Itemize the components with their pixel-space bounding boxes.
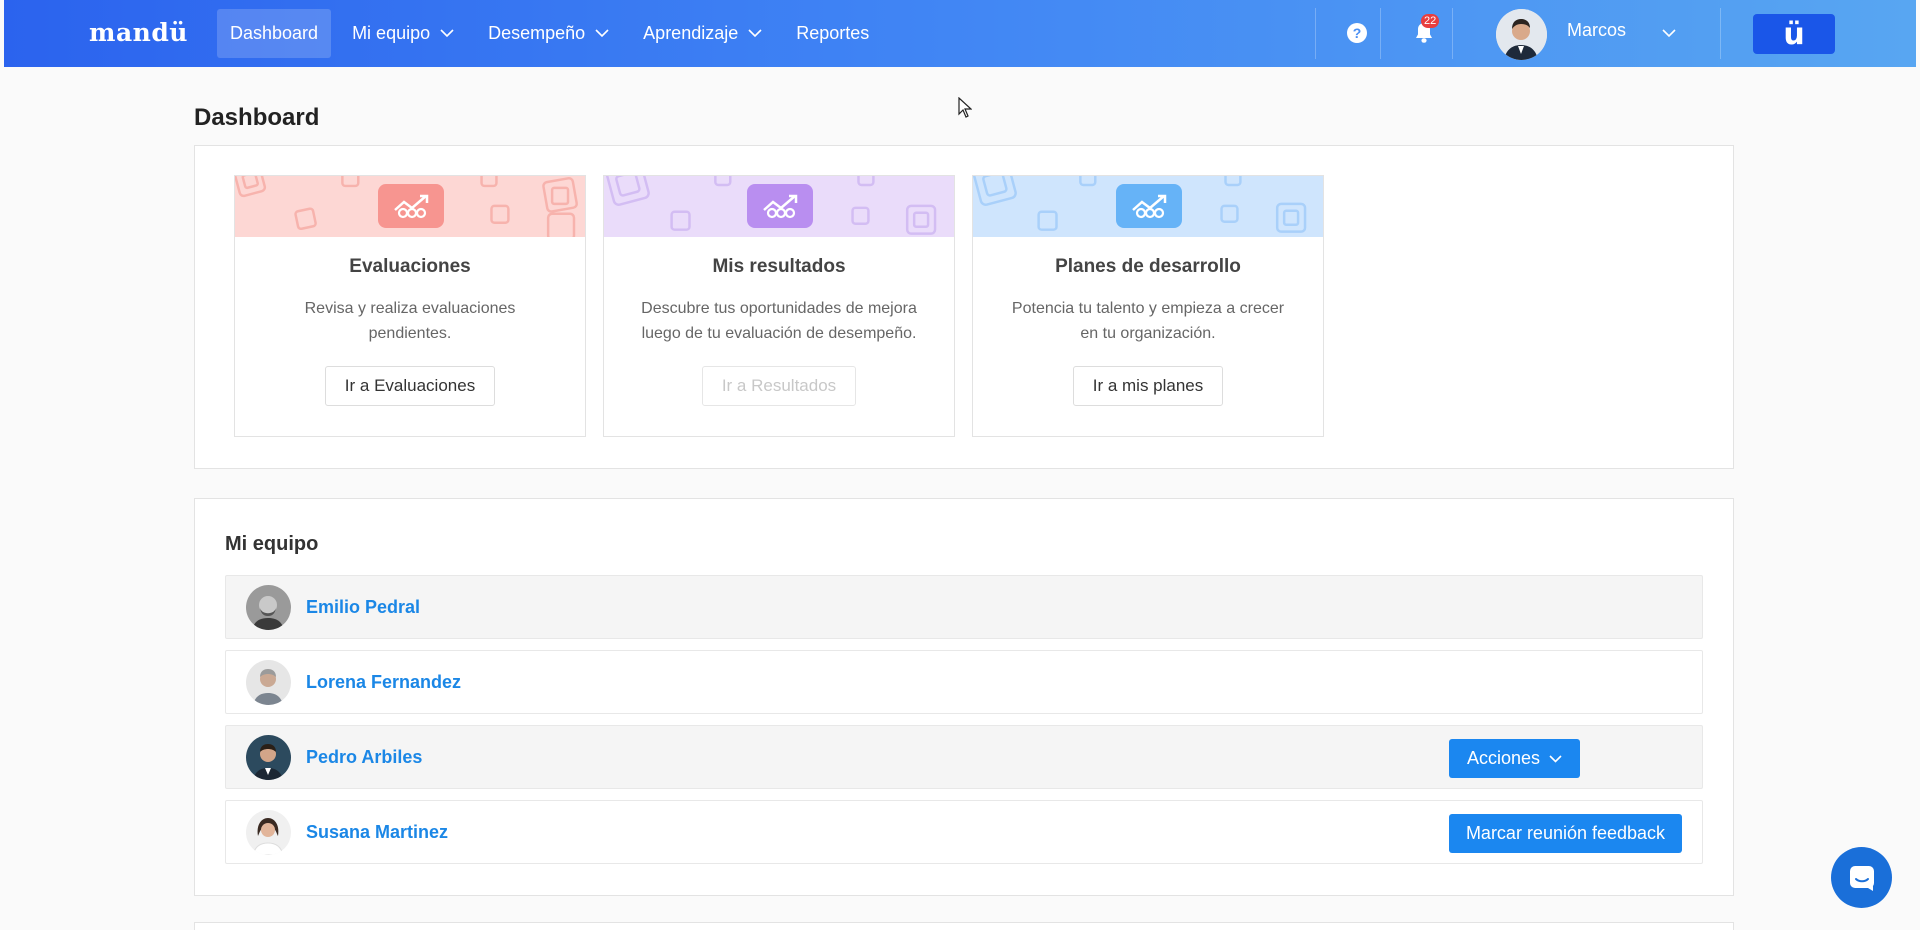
user-name: Marcos xyxy=(1567,19,1627,40)
page-title: Dashboard xyxy=(194,104,320,131)
logo[interactable]: mandü xyxy=(89,18,188,47)
avatar xyxy=(1496,8,1547,60)
nav-mi-equipo-label: Mi equipo xyxy=(352,23,431,43)
divider xyxy=(1315,8,1316,59)
top-navbar: mandü Dashboard Mi equipo Desempeño Apre… xyxy=(4,0,1916,67)
card-banner xyxy=(973,176,1323,237)
card-description: Potencia tu talento y empieza a crecer e… xyxy=(1011,300,1285,342)
avatar xyxy=(246,734,291,780)
next-panel xyxy=(194,922,1734,930)
team-row: Pedro Arbiles Acciones xyxy=(225,725,1703,789)
trend-icon xyxy=(1116,184,1182,228)
nav-desempeno[interactable]: Desempeño xyxy=(475,9,622,58)
divider xyxy=(1720,8,1721,59)
nav-aprendizaje[interactable]: Aprendizaje xyxy=(630,9,775,58)
trend-icon xyxy=(747,184,813,228)
ir-a-mis-planes-button[interactable]: Ir a mis planes xyxy=(1072,366,1224,406)
main-nav: Dashboard Mi equipo Desempeño Aprendizaj… xyxy=(217,9,890,58)
nav-dashboard[interactable]: Dashboard xyxy=(217,9,332,58)
team-row: Emilio Pedral xyxy=(225,575,1703,639)
card-banner xyxy=(235,176,585,237)
chat-icon[interactable] xyxy=(1831,847,1892,908)
acciones-dropdown-button[interactable]: Acciones xyxy=(1449,739,1580,778)
mouse-cursor-icon xyxy=(958,96,973,123)
card-title: Mis resultados xyxy=(712,256,846,277)
marcar-reunion-feedback-button[interactable]: Marcar reunión feedback xyxy=(1449,814,1682,853)
member-name[interactable]: Lorena Fernandez xyxy=(306,672,461,693)
nav-dashboard-label: Dashboard xyxy=(230,23,319,43)
chevron-down-icon xyxy=(440,29,454,38)
member-name[interactable]: Emilio Pedral xyxy=(306,597,420,618)
card-description: Revisa y realiza evaluaciones pendientes… xyxy=(304,300,516,342)
team-row: Lorena Fernandez xyxy=(225,650,1703,714)
card-banner xyxy=(604,176,954,237)
card-title: Evaluaciones xyxy=(349,256,471,277)
question-circle-icon[interactable]: ? xyxy=(1347,23,1367,43)
member-name[interactable]: Pedro Arbiles xyxy=(306,747,422,768)
brand-button[interactable]: ü xyxy=(1753,14,1835,54)
user-menu[interactable]: Marcos xyxy=(1496,8,1676,60)
divider xyxy=(1380,8,1381,59)
card-description: Descubre tus oportunidades de mejora lue… xyxy=(641,300,917,342)
team-row: Susana Martinez Marcar reunión feedback xyxy=(225,800,1703,864)
nav-mi-equipo[interactable]: Mi equipo xyxy=(339,9,467,58)
team-title: Mi equipo xyxy=(225,533,319,555)
ir-a-evaluaciones-button[interactable]: Ir a Evaluaciones xyxy=(324,366,496,406)
avatar xyxy=(246,659,291,705)
nav-aprendizaje-label: Aprendizaje xyxy=(643,23,739,43)
trend-icon xyxy=(378,184,444,228)
avatar xyxy=(246,809,291,855)
chevron-down-icon xyxy=(1662,25,1676,43)
nav-reportes[interactable]: Reportes xyxy=(783,9,882,58)
nav-reportes-label: Reportes xyxy=(796,23,870,43)
chevron-down-icon xyxy=(595,29,609,38)
card-title: Planes de desarrollo xyxy=(1055,256,1241,277)
acciones-label: Acciones xyxy=(1466,748,1541,768)
chevron-down-icon xyxy=(1549,754,1562,763)
card-mis-resultados: Mis resultados Descubre tus oportunidade… xyxy=(603,175,955,437)
chevron-down-icon xyxy=(748,29,762,38)
card-evaluaciones: Evaluaciones Revisa y realiza evaluacion… xyxy=(234,175,586,437)
member-name[interactable]: Susana Martinez xyxy=(306,822,448,843)
divider xyxy=(1452,8,1453,59)
avatar xyxy=(246,584,291,630)
card-planes-de-desarrollo: Planes de desarrollo Potencia tu talento… xyxy=(972,175,1324,437)
notification-badge: 22 xyxy=(1421,14,1440,28)
nav-desempeno-label: Desempeño xyxy=(488,23,586,43)
ir-a-resultados-button[interactable]: Ir a Resultados xyxy=(701,366,857,406)
